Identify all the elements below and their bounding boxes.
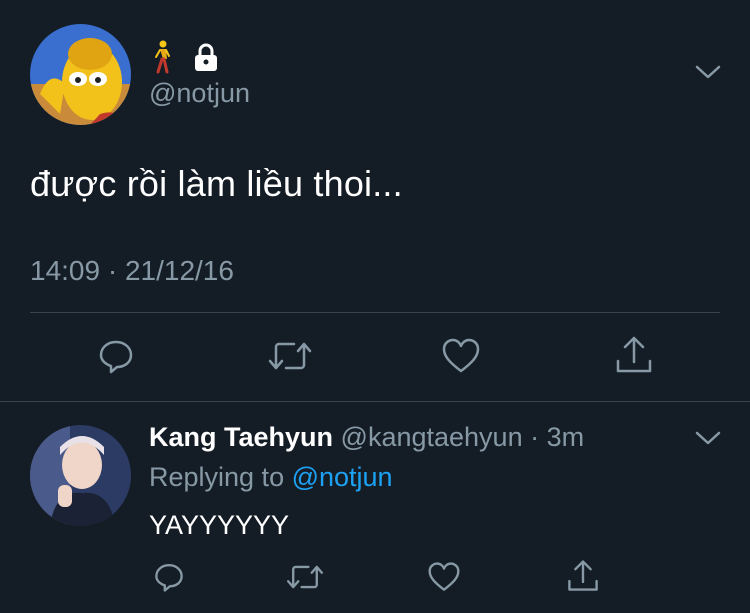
like-icon[interactable] xyxy=(440,336,482,376)
author-handle[interactable]: @notjun xyxy=(149,78,250,109)
lock-icon xyxy=(192,42,220,77)
reply-share-icon[interactable] xyxy=(566,558,600,594)
replying-to-mention[interactable]: @notjun xyxy=(292,462,393,492)
reply-icon[interactable] xyxy=(96,336,136,376)
reply-menu-chevron-icon[interactable] xyxy=(694,428,722,453)
tweet-menu-chevron-icon[interactable] xyxy=(694,62,722,87)
reply-reply-icon[interactable] xyxy=(152,560,186,594)
divider xyxy=(30,312,720,313)
replying-to-line: Replying to @notjun xyxy=(149,462,393,493)
replying-prefix: Replying to xyxy=(149,462,292,492)
tweet-timestamp[interactable]: 14:09 · 21/12/16 xyxy=(30,255,234,287)
retweet-icon[interactable] xyxy=(268,336,312,376)
person-walking-icon xyxy=(152,40,172,79)
reply-author-handle[interactable]: @kangtaehyun xyxy=(341,422,523,452)
reply-text: YAYYYYYY xyxy=(149,510,290,540)
author-avatar[interactable] xyxy=(30,24,131,125)
tweet-text: được rồi làm liều thoi... xyxy=(30,163,403,204)
reply-separator: · xyxy=(522,422,547,452)
author-emoji-row xyxy=(152,40,220,79)
divider xyxy=(0,401,750,402)
reply-author-avatar[interactable] xyxy=(30,425,131,526)
reply-retweet-icon[interactable] xyxy=(286,560,324,594)
reply-like-icon[interactable] xyxy=(426,560,462,594)
share-icon[interactable] xyxy=(614,334,654,376)
reply-author-name[interactable]: Kang Taehyun xyxy=(149,422,333,452)
reply-time[interactable]: 3m xyxy=(547,422,585,452)
reply-header: Kang Taehyun @kangtaehyun · 3m xyxy=(149,422,584,453)
